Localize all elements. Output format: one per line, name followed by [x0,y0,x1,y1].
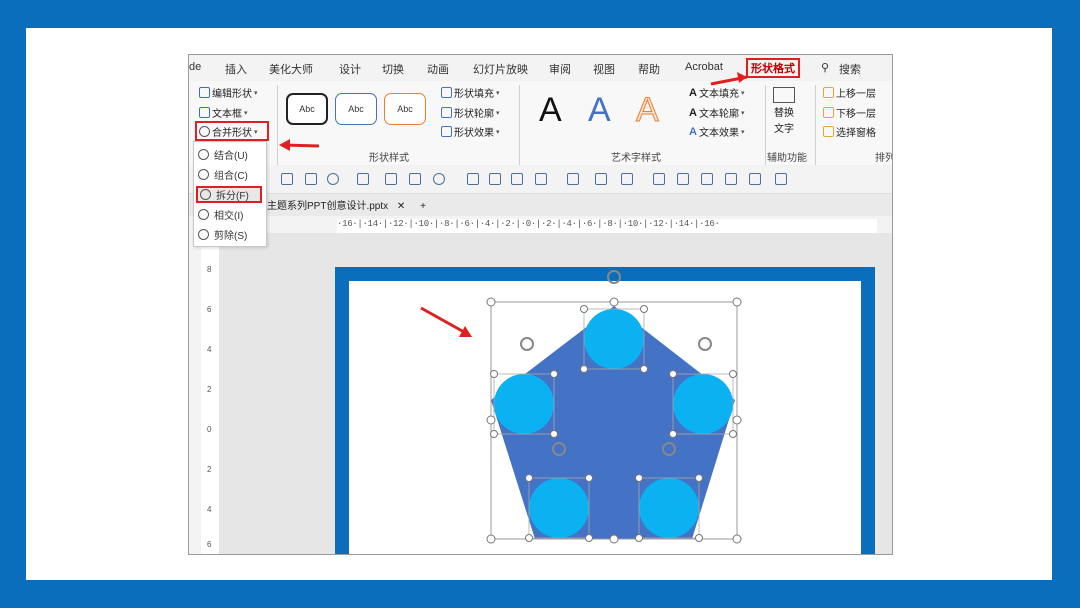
arrow-head [737,72,747,83]
menu-item-intersect[interactable]: 相交(I) [198,206,260,223]
menu-item-subtract[interactable]: 剪除(S) [198,226,260,243]
fragment-icon [200,189,211,200]
union-icon [198,149,209,160]
menu-item-combine[interactable]: 组合(C) [198,166,260,183]
merge-shapes-menu: 结合(U) 组合(C) 拆分(F) 相交(I) 剪除(S) [193,141,267,247]
menu-item-combine-label: 组合(C) [214,171,248,182]
menu-item-intersect-label: 相交(I) [214,211,244,222]
annotation-arrows [279,72,748,337]
subtract-icon [198,229,209,240]
menu-item-subtract-label: 剪除(S) [214,231,248,242]
menu-item-fragment-label: 拆分(F) [216,191,249,202]
powerpoint-window: de 插入 美化大师 设计 切换 动画 幻灯片放映 审阅 视图 帮助 Acrob… [188,54,893,555]
combine-icon [198,169,209,180]
arrow-head [279,139,290,151]
menu-item-union-label: 结合(U) [214,151,248,162]
menu-item-union[interactable]: 结合(U) [198,146,260,163]
menu-item-fragment[interactable]: 拆分(F) [196,186,262,203]
intersect-icon [198,209,209,220]
arrow-to-shapes [420,306,465,334]
